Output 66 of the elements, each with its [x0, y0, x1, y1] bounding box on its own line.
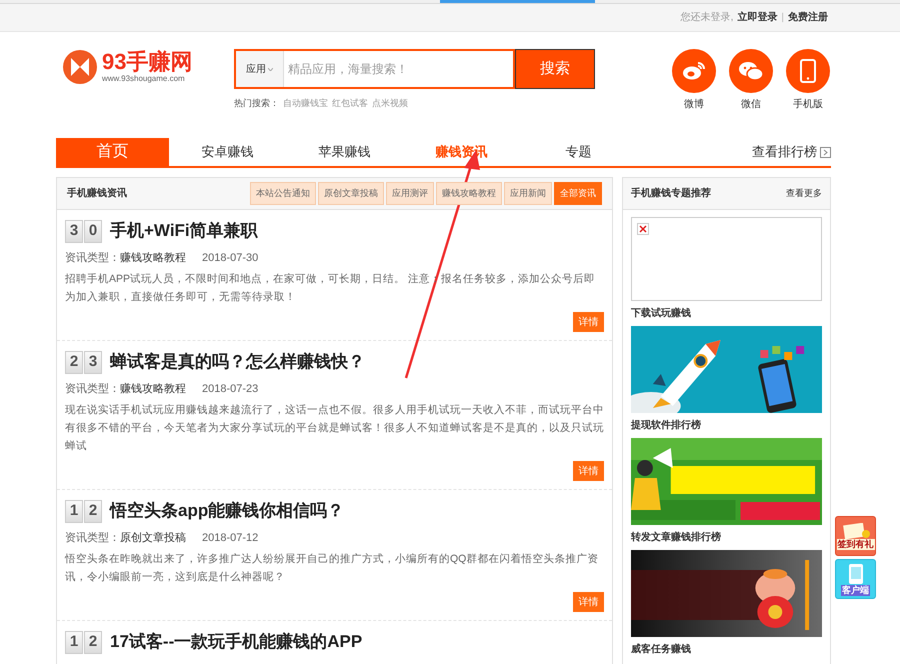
score-digit: 1 [65, 500, 83, 522]
search-field[interactable]: 应用 精品应用，海量搜索！ [234, 49, 515, 89]
article-summary: 招聘手机APP试玩人员，不限时间和地点，在家可做，可长期，日结。 注意：报名任务较多，添加公众号后即为加入兼职，直接做任务即可，无需等待录取！ [65, 272, 596, 305]
social-button[interactable] [729, 49, 773, 93]
panel-title: 手机赚钱资讯 [67, 186, 127, 201]
register-link[interactable]: 免费注册 [788, 10, 828, 25]
ranking-link[interactable]: 查看排行榜 [752, 138, 831, 166]
panel-title: 手机赚钱专题推荐 [631, 186, 711, 201]
sidebar-caption[interactable]: 威客任务赚钱 [631, 637, 822, 662]
article-title[interactable]: 17试客--一款玩手机能赚钱的APP [110, 629, 362, 655]
score-digit: 2 [65, 350, 83, 374]
caret-icon [268, 68, 273, 70]
client-button[interactable]: 客户端 [835, 559, 876, 599]
article-summary: 悟空头条在昨晚就出来了，许多推广达人纷纷展开自己的推广方式，小编所有的QQ群都在闪着悟空头条推广资讯，令小编眼前一亮，这到底是什么神器呢？ [65, 552, 600, 585]
logo-name: 93手赚网 [102, 50, 192, 74]
filter-tab[interactable]: 原创文章投稿 [318, 182, 384, 205]
check-in-button[interactable]: 签到有礼 [835, 516, 876, 556]
article-type: 原创文章投稿 [120, 530, 186, 546]
logo-icon [62, 49, 98, 85]
filter-tab[interactable]: 应用新闻 [504, 182, 552, 205]
broken-image-icon [637, 223, 649, 235]
social-label: 微信 [741, 98, 761, 112]
article-date: 2018-07-23 [202, 382, 258, 397]
chevron-icon [820, 146, 831, 158]
article-title[interactable]: 蝉试客是真的吗？怎么样赚钱快？ [110, 349, 365, 375]
login-notice: 您还未登录, [680, 10, 734, 25]
filter-tab[interactable]: 应用测评 [386, 182, 434, 205]
social-button[interactable] [672, 49, 716, 93]
social-label: 微博 [684, 98, 704, 112]
article-title[interactable]: 悟空头条app能赚钱你相信吗？ [110, 498, 344, 524]
weibo-icon [682, 61, 706, 81]
nav-tab[interactable]: 专题 [520, 138, 637, 166]
sidebar-caption[interactable]: 下载试玩赚钱 [631, 301, 822, 326]
score-digit: 2 [84, 500, 102, 522]
calendar-card-icon [840, 522, 870, 538]
article-date: 2018-07-12 [202, 530, 258, 546]
article-date: 2018-07-30 [202, 250, 258, 266]
score-digit: 3 [65, 220, 83, 242]
logo-url: www.93shougame.com [102, 74, 186, 84]
type-label: 资讯类型： [65, 382, 120, 397]
more-link[interactable]: 查看更多 [786, 186, 822, 200]
nav-tab[interactable]: 安卓赚钱 [169, 138, 286, 166]
filter-tab[interactable]: 本站公告通知 [250, 182, 316, 205]
article-summary: 现在说实话手机试玩应用赚钱越来越流行了，这话一点也不假。很多人用手机试玩一天收入不菲，而试玩平台中有很多不错的平台，今天笔者为大家分享试玩的平台就是蝉试客！很多人不知道蝉试客是不是真的，以及只试玩蝉试 [65, 403, 604, 454]
chat-bubbles-icon [738, 60, 764, 82]
type-label: 资讯类型： [65, 250, 120, 266]
type-label: 资讯类型： [65, 530, 120, 546]
score-digit: 1 [65, 630, 83, 654]
filter-tab[interactable]: 赚钱攻略教程 [436, 182, 502, 205]
category-select[interactable]: 应用 [236, 51, 284, 87]
phone-icon [848, 562, 864, 584]
score-digit: 2 [84, 630, 102, 654]
nav-tab[interactable]: 苹果赚钱 [286, 138, 403, 166]
social-label: 手机版 [793, 98, 823, 112]
sidebar-caption[interactable]: 提现软件排行榜 [631, 413, 822, 438]
login-link[interactable]: 立即登录 [737, 10, 778, 25]
social-button[interactable] [786, 49, 830, 93]
sidebar-caption[interactable]: 转发文章赚钱排行榜 [631, 525, 822, 550]
phone-icon [800, 59, 816, 83]
article-type: 赚钱攻略教程 [120, 382, 186, 397]
hot-search-label: 热门搜索： [234, 97, 279, 110]
score-digit: 0 [84, 220, 102, 242]
article-type: 赚钱攻略教程 [120, 250, 186, 266]
separator: | [781, 11, 784, 25]
article-title[interactable]: 手机+WiFi简单兼职 [110, 218, 258, 244]
score-digit: 3 [84, 350, 102, 374]
